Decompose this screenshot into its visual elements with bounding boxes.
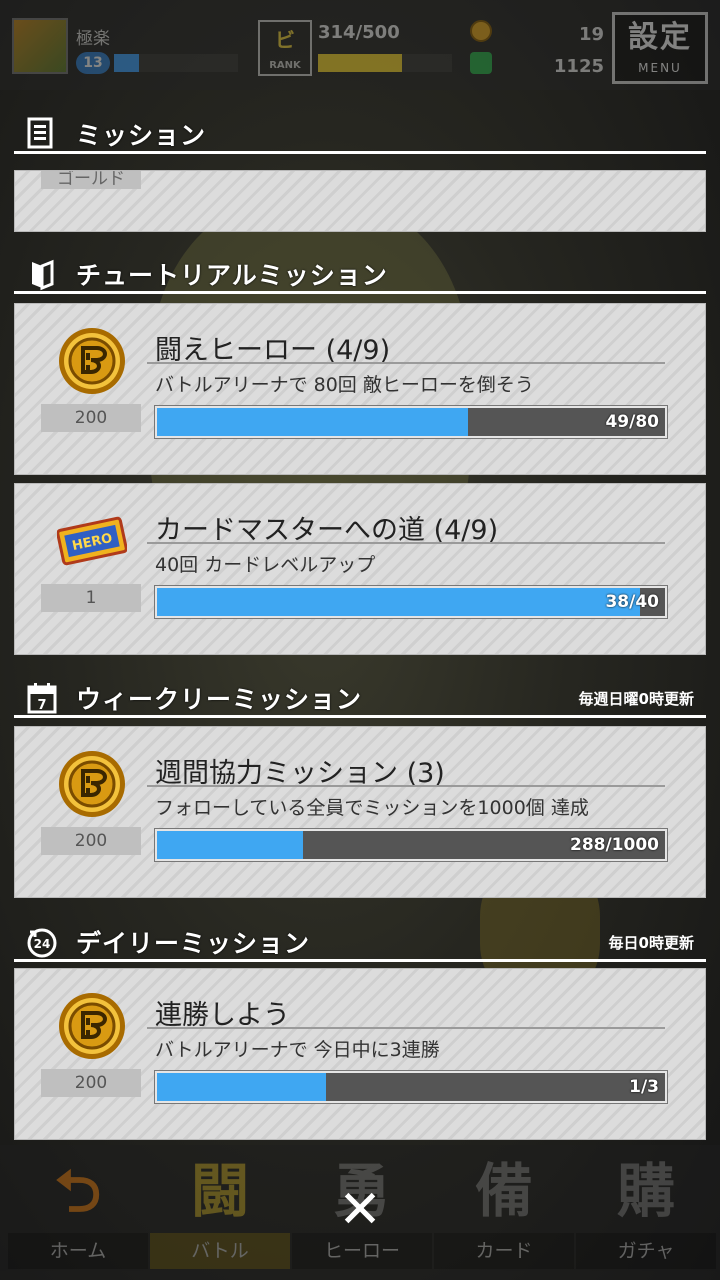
calendar-icon: 7 xyxy=(27,683,57,714)
progress-label: 49/80 xyxy=(605,412,659,432)
coin-icon xyxy=(470,20,492,42)
section-title: ウィークリーミッション xyxy=(76,685,363,714)
rank-label: RANK xyxy=(269,60,301,71)
gold-coin-icon xyxy=(59,328,125,394)
nav-tab-home[interactable]: ⮌ ホーム xyxy=(4,1149,152,1277)
section-header-daily: 24 デイリーミッション 毎日0時更新 xyxy=(0,916,720,962)
document-icon xyxy=(27,117,53,149)
mission-card[interactable]: 200 闘えヒーロー (4/9) バトルアリーナで 80回 敵ヒーローを倒そう … xyxy=(14,303,706,475)
section-divider xyxy=(14,715,706,718)
section-title: チュートリアルミッション xyxy=(76,261,388,290)
exp-bar xyxy=(114,54,238,72)
gold-coin-icon xyxy=(59,751,125,817)
title-divider xyxy=(147,362,665,364)
battle-icon: 闘 xyxy=(190,1157,249,1225)
section-header-weekly: 7 ウィークリーミッション 毎週日曜0時更新 xyxy=(0,672,720,718)
hero-ticket-icon: HERO xyxy=(57,516,127,566)
home-icon: ⮌ xyxy=(54,1157,102,1225)
reward-count: 200 xyxy=(41,827,141,855)
reward-count: 200 xyxy=(41,1069,141,1097)
mission-card-partial[interactable]: ゴールド xyxy=(14,170,706,232)
settings-button[interactable]: 設定 MENU xyxy=(612,12,708,84)
gold-coin-icon xyxy=(59,993,125,1059)
coin-count: 19 xyxy=(578,24,604,45)
mission-card[interactable]: 200 週間協力ミッション (3) フォローしている全員でミッションを1000個… xyxy=(14,726,706,898)
player-name: 極楽 xyxy=(76,29,110,49)
section-title: デイリーミッション xyxy=(76,929,311,958)
mission-description: 40回 カードレベルアップ xyxy=(155,554,376,576)
mission-panel-title: ミッション xyxy=(76,121,207,150)
nav-tab-label: カード xyxy=(434,1233,574,1269)
refresh-note: 毎日0時更新 xyxy=(608,934,694,952)
stamina-bar-fill xyxy=(318,54,403,72)
reward-label: ゴールド xyxy=(41,171,141,189)
header-divider xyxy=(14,151,706,154)
mission-panel[interactable]: ミッション ゴールド チュートリアルミッション 200 闘えヒーロー (4/9)… xyxy=(0,100,720,1145)
progress-bar: 49/80 xyxy=(155,406,667,438)
stamina-bar xyxy=(318,54,452,72)
section-header-tutorial: チュートリアルミッション xyxy=(0,248,720,294)
stamina-text: 314/500 xyxy=(318,22,400,43)
title-divider xyxy=(147,785,665,787)
refresh-note: 毎週日曜0時更新 xyxy=(578,690,694,708)
gem-count: 1125 xyxy=(553,56,604,77)
progress-label: 1/3 xyxy=(629,1077,659,1097)
settings-sublabel: MENU xyxy=(638,61,682,75)
card-icon: 備 xyxy=(474,1157,533,1225)
mission-card[interactable]: 200 連勝しよう バトルアリーナで 今日中に3連勝 1/3 xyxy=(14,968,706,1140)
progress-label: 288/1000 xyxy=(569,835,659,855)
mission-description: バトルアリーナで 80回 敵ヒーローを倒そう xyxy=(155,374,534,396)
nav-tab-card[interactable]: 備 カード xyxy=(430,1149,578,1277)
progress-bar: 1/3 xyxy=(155,1071,667,1103)
gem-icon xyxy=(470,52,492,74)
reward-count: 1 xyxy=(41,584,141,612)
beginner-mark-icon xyxy=(32,259,54,291)
gacha-icon: 購 xyxy=(616,1157,675,1225)
mission-description: バトルアリーナで 今日中に3連勝 xyxy=(155,1039,440,1061)
svg-text:7: 7 xyxy=(37,698,46,713)
player-avatar[interactable] xyxy=(12,18,68,74)
rank-icon: ビ xyxy=(275,28,295,52)
svg-text:24: 24 xyxy=(34,937,51,951)
progress-bar: 38/40 xyxy=(155,586,667,618)
nav-tab-gacha[interactable]: 購 ガチャ xyxy=(572,1149,720,1277)
progress-bar-fill xyxy=(157,408,469,436)
mission-card[interactable]: HERO 1 カードマスターへの道 (4/9) 40回 カードレベルアップ 38… xyxy=(14,483,706,655)
nav-tab-battle[interactable]: 闘 バトル xyxy=(146,1149,294,1277)
mission-panel-header: ミッション xyxy=(0,108,720,154)
level-badge: 13 xyxy=(76,52,110,74)
title-divider xyxy=(147,542,665,544)
title-divider xyxy=(147,1027,665,1029)
progress-bar-fill xyxy=(157,831,304,859)
exp-bar-fill xyxy=(114,54,139,72)
nav-tab-label: ガチャ xyxy=(576,1233,716,1269)
progress-bar: 288/1000 xyxy=(155,829,667,861)
progress-bar-fill xyxy=(157,1073,327,1101)
mission-description: フォローしている全員でミッションを1000個 達成 xyxy=(155,797,589,819)
section-divider xyxy=(14,291,706,294)
nav-tab-label: バトル xyxy=(150,1233,290,1269)
progress-bar-fill xyxy=(157,588,640,616)
nav-tab-label: ホーム xyxy=(8,1233,148,1269)
section-divider xyxy=(14,959,706,962)
status-bar: 極楽 13 ビ RANK 314/500 19 1125 設定 MENU xyxy=(0,0,720,90)
settings-label: 設定 xyxy=(628,20,692,55)
progress-label: 38/40 xyxy=(605,592,659,612)
daily-reset-icon: 24 xyxy=(27,928,57,958)
rank-badge: ビ RANK xyxy=(258,20,312,76)
reward-count: 200 xyxy=(41,404,141,432)
close-button[interactable]: ✕ xyxy=(332,1182,388,1238)
